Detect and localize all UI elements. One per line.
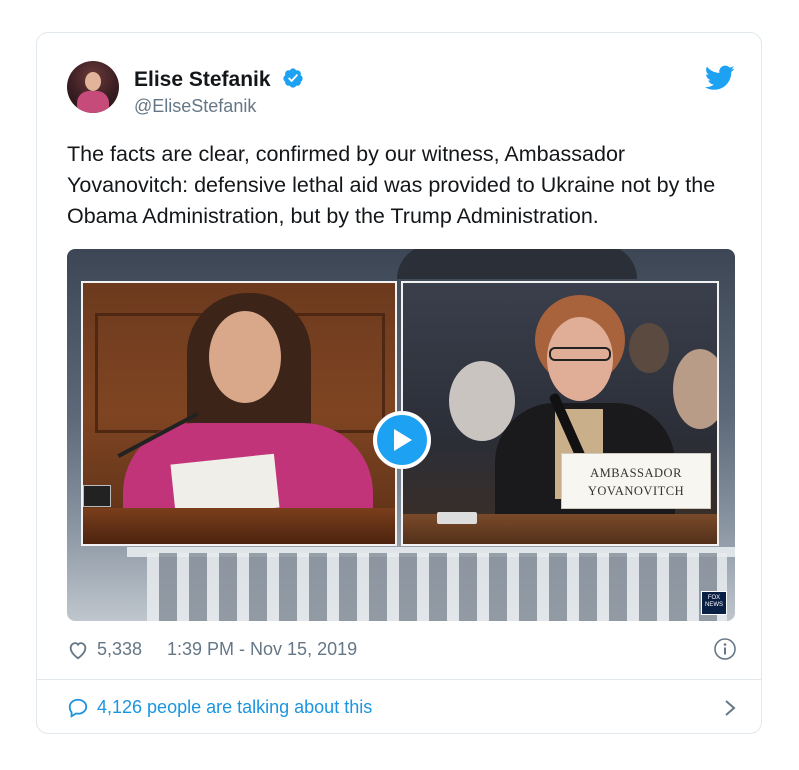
witness-glasses [549,347,611,361]
play-icon [394,429,412,451]
conversation-count-text[interactable]: 4,126 people are talking about this [97,697,372,718]
avatar-face [85,72,101,91]
timestamp[interactable]: 1:39 PM - Nov 15, 2019 [167,639,357,660]
like-count[interactable]: 5,338 [97,639,142,660]
play-button[interactable] [373,411,431,469]
desk [83,508,395,544]
witness-nameplate: AMBASSADOR YOVANOVITCH [561,453,711,509]
capitol-colonnade [147,553,727,621]
speech-bubble-icon [68,698,88,718]
video-panel-yovanovitch: AMBASSADOR YOVANOVITCH [401,281,719,546]
heart-icon[interactable] [67,639,89,661]
tweet-meta: 5,338 1:39 PM - Nov 15, 2019 [67,637,737,665]
twitter-bird-icon[interactable] [705,65,735,91]
conversation-link[interactable]: 4,126 people are talking about this [67,695,737,723]
chevron-right-icon[interactable] [723,697,737,719]
author-handle[interactable]: @EliseStefanik [134,96,256,117]
verified-badge-icon [283,68,304,88]
avatar-body [77,91,109,113]
nameplate-edge [83,485,111,507]
tweet-card: Elise Stefanik @EliseStefanik The facts … [36,32,762,734]
author-display-name[interactable]: Elise Stefanik [134,68,271,91]
nameplate-line-1: AMBASSADOR [590,466,682,480]
network-logo: FOX NEWS [701,591,727,615]
video-panel-stefanik [81,281,397,546]
avatar[interactable] [67,61,119,113]
background-person [673,349,717,429]
nameplate-line-2: YOVANOVITCH [587,484,685,498]
info-icon[interactable] [713,637,737,661]
divider [37,679,761,680]
cup [437,512,477,524]
speaker-face [209,311,281,403]
author-name-row[interactable]: Elise Stefanik [134,67,304,92]
video-thumbnail[interactable]: AMBASSADOR YOVANOVITCH FOX NEWS [67,249,735,621]
tweet-text: The facts are clear, confirmed by our wi… [67,142,716,228]
background-person [629,323,669,373]
capitol-dome-graphic [397,249,637,279]
